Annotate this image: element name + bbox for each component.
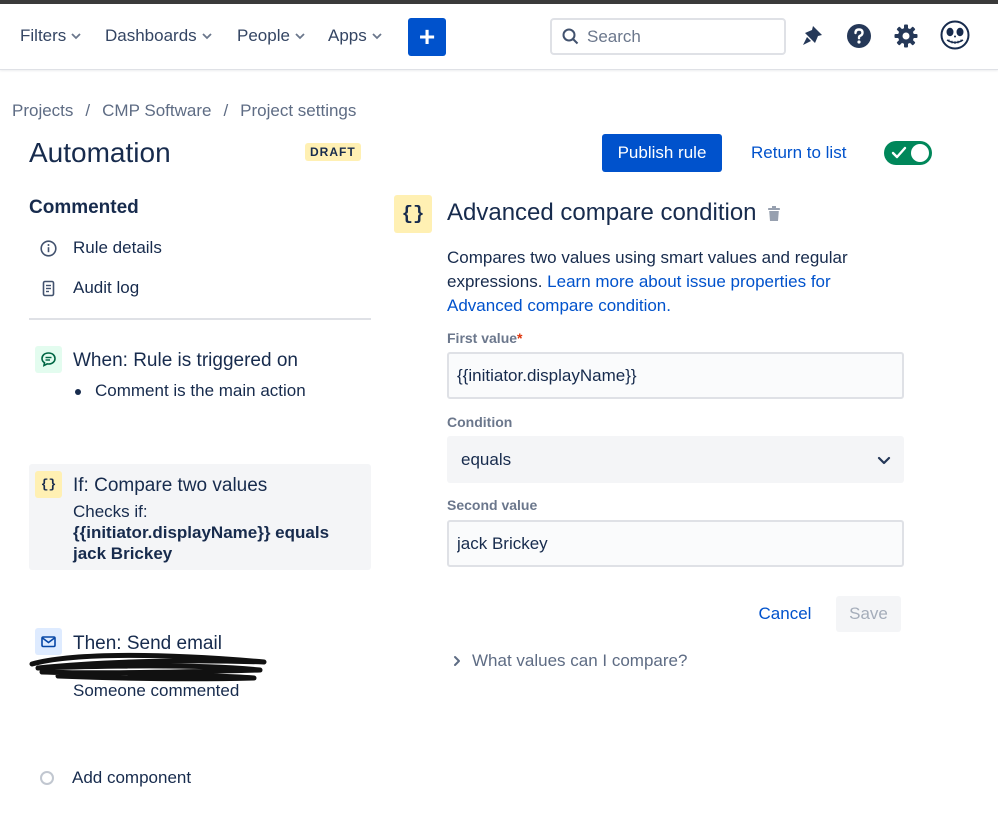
- nav-filters[interactable]: Filters: [20, 26, 82, 46]
- sidebar-divider: [29, 318, 371, 320]
- braces-icon: {}: [35, 471, 62, 498]
- save-button[interactable]: Save: [836, 596, 901, 632]
- braces-icon: {}: [394, 195, 432, 233]
- search-input[interactable]: [587, 26, 767, 47]
- condition-line-1: Checks if:: [73, 502, 148, 521]
- panel-description: Compares two values using smart values a…: [447, 248, 848, 315]
- bullet: [75, 388, 81, 395]
- rule-name: Commented: [29, 197, 139, 218]
- document-icon: [42, 280, 55, 296]
- trash-icon[interactable]: [766, 205, 782, 222]
- return-to-list-link[interactable]: Return to list: [751, 143, 846, 163]
- rule-details-link[interactable]: Rule details: [40, 238, 162, 258]
- second-value-input[interactable]: [447, 520, 904, 567]
- comment-icon: [35, 346, 62, 373]
- breadcrumb-separator: /: [85, 101, 91, 120]
- breadcrumb-project-settings[interactable]: Project settings: [240, 101, 356, 121]
- nav-people[interactable]: People: [237, 26, 306, 46]
- add-component-button[interactable]: Add component: [40, 768, 191, 788]
- trigger-title: When: Rule is triggered on: [73, 350, 298, 371]
- audit-log-link[interactable]: Audit log: [40, 278, 139, 298]
- condition-select[interactable]: equals: [447, 436, 904, 483]
- check-icon: [891, 146, 907, 159]
- gear-icon[interactable]: [892, 22, 920, 50]
- rule-enabled-toggle[interactable]: [884, 141, 932, 165]
- notifications-icon[interactable]: [798, 22, 826, 50]
- cancel-button[interactable]: Cancel: [750, 596, 820, 632]
- chevron-down-icon: [202, 33, 212, 40]
- circle-icon: [40, 771, 54, 785]
- condition-label: Condition: [447, 414, 513, 430]
- condition-line-2: {{initiator.displayName}} equals: [73, 523, 330, 542]
- draft-badge: DRAFT: [305, 143, 361, 161]
- publish-rule-button[interactable]: Publish rule: [602, 134, 722, 172]
- what-values-expander[interactable]: What values can I compare?: [452, 651, 687, 671]
- first-value-input[interactable]: [447, 352, 904, 399]
- toggle-knob: [911, 144, 929, 162]
- search-box[interactable]: [550, 18, 786, 55]
- required-mark: *: [517, 330, 523, 346]
- nav-apps[interactable]: Apps: [328, 26, 383, 46]
- panel-title: Advanced compare condition: [447, 199, 757, 226]
- top-navigation: Filters Dashboards People Apps +: [0, 4, 998, 70]
- breadcrumb-separator: /: [223, 101, 229, 120]
- redaction-scribble: [29, 652, 267, 682]
- trigger-detail: Comment is the main action: [75, 381, 306, 401]
- chevron-down-icon: [372, 33, 382, 40]
- info-icon: [40, 239, 57, 257]
- breadcrumb-projects[interactable]: Projects: [12, 101, 73, 121]
- action-detail: Someone commented: [73, 681, 240, 700]
- chevron-right-icon: [454, 656, 460, 666]
- avatar[interactable]: [940, 20, 970, 50]
- nav-dashboards[interactable]: Dashboards: [105, 26, 213, 46]
- first-value-label: First value*: [447, 330, 523, 346]
- condition-line-3: jack Brickey: [73, 544, 173, 563]
- help-icon[interactable]: [845, 22, 873, 50]
- chevron-down-icon: [295, 33, 305, 40]
- create-button[interactable]: +: [408, 18, 446, 56]
- condition-title: If: Compare two values: [73, 475, 268, 496]
- breadcrumb: Projects / CMP Software / Project settin…: [12, 101, 356, 121]
- search-icon: [562, 28, 579, 45]
- breadcrumb-cmp-software[interactable]: CMP Software: [102, 101, 211, 121]
- page-title: Automation: [29, 137, 171, 168]
- chevron-down-icon: [877, 456, 891, 464]
- chevron-down-icon: [71, 33, 81, 40]
- second-value-label: Second value: [447, 497, 538, 513]
